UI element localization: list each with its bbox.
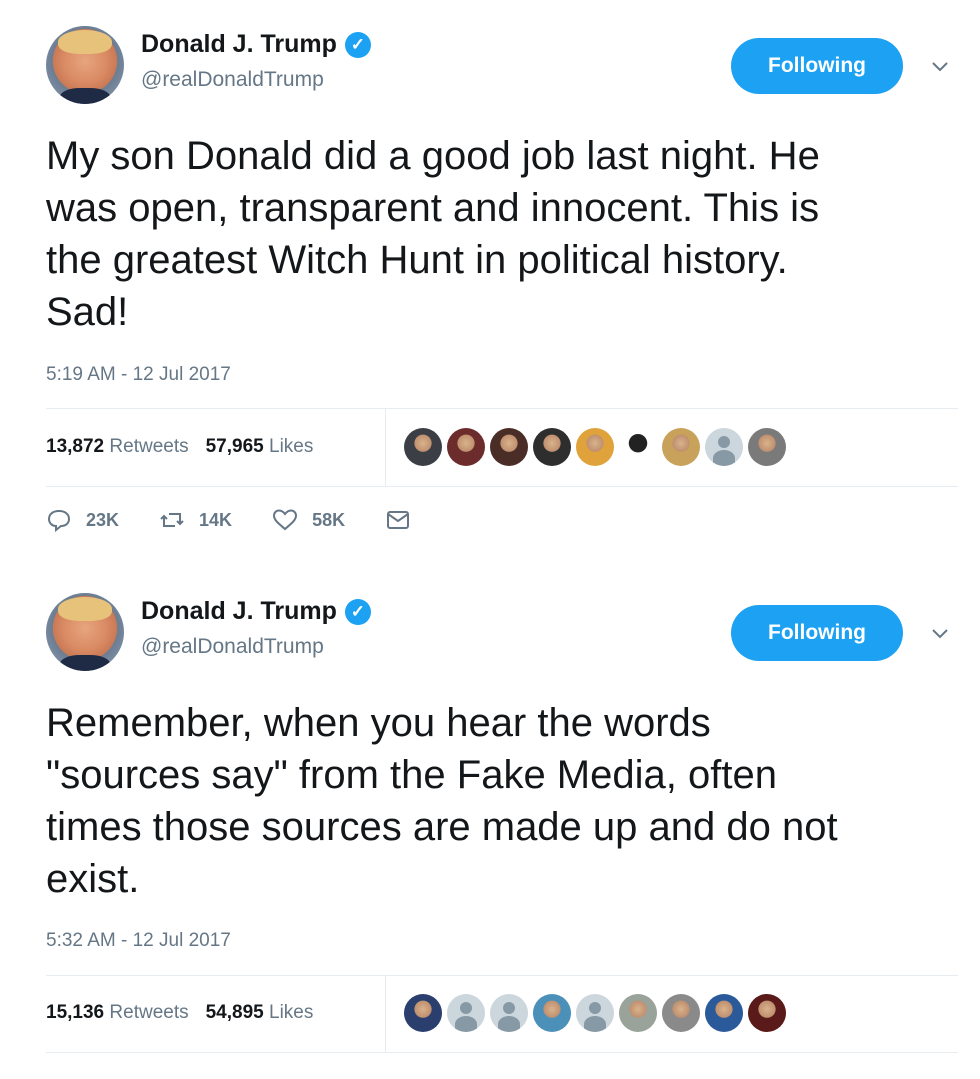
liker-avatar[interactable] <box>576 994 614 1032</box>
liker-avatars <box>404 428 786 466</box>
reply-count: 23K <box>86 509 120 530</box>
liker-avatar[interactable] <box>490 994 528 1032</box>
tweet-text: My son Donald did a good job last night.… <box>46 134 820 334</box>
stats-divider <box>385 975 386 1053</box>
liker-avatar[interactable] <box>619 994 657 1032</box>
liker-avatar[interactable] <box>533 428 571 466</box>
like-count: 58K <box>312 509 346 530</box>
retweets-count: 13,872 <box>46 436 105 457</box>
following-button[interactable]: Following <box>731 605 903 661</box>
tweet-stats: 15,136 Retweets 54,895 Likes <box>46 1002 313 1024</box>
liker-avatar[interactable] <box>490 428 528 466</box>
liker-avatar[interactable] <box>662 428 700 466</box>
retweet-action[interactable]: 14K <box>159 508 232 532</box>
tweet-text: Remember, when you hear the words "sourc… <box>46 701 838 901</box>
tweet-actions: 23K 14K 58K <box>46 508 411 532</box>
retweet-count: 14K <box>199 509 233 530</box>
like-action[interactable]: 58K <box>272 508 345 532</box>
avatar[interactable] <box>46 593 124 671</box>
retweet-icon <box>160 513 184 527</box>
tweet-timestamp[interactable]: 5:19 AM - 12 Jul 2017 <box>46 364 231 386</box>
direct-message-action[interactable] <box>385 508 411 532</box>
liker-avatar[interactable] <box>705 428 743 466</box>
tweet-stats: 13,872 Retweets 57,965 Likes <box>46 436 313 458</box>
likes-count: 57,965 <box>205 436 264 457</box>
likes-count: 54,895 <box>205 1002 264 1023</box>
liker-avatar[interactable] <box>748 428 786 466</box>
liker-avatars <box>404 994 786 1032</box>
liker-avatar[interactable] <box>748 994 786 1032</box>
liker-avatar[interactable] <box>619 428 657 466</box>
liker-avatar[interactable] <box>662 994 700 1032</box>
author-name[interactable]: Donald J. Trump ✓ <box>141 597 371 626</box>
liker-avatar[interactable] <box>404 428 442 466</box>
likes-label: Likes <box>269 436 314 457</box>
heart-icon <box>273 509 298 531</box>
chevron-down-icon[interactable] <box>930 623 950 643</box>
likes-label: Likes <box>269 1002 314 1023</box>
retweets-count: 15,136 <box>46 1002 105 1023</box>
avatar[interactable] <box>46 26 124 104</box>
verified-badge-icon: ✓ <box>344 598 371 625</box>
liker-avatar[interactable] <box>447 428 485 466</box>
reply-icon <box>47 509 71 532</box>
divider <box>46 408 958 409</box>
divider <box>46 486 958 487</box>
retweets-label: Retweets <box>109 1002 189 1023</box>
divider <box>46 1052 958 1053</box>
author-handle[interactable]: @realDonaldTrump <box>141 635 324 659</box>
retweets-stat[interactable]: 13,872 Retweets <box>46 436 189 458</box>
likes-stat[interactable]: 57,965 Likes <box>206 436 314 458</box>
stats-divider <box>385 408 386 486</box>
retweets-label: Retweets <box>109 436 189 457</box>
divider <box>46 975 958 976</box>
likes-stat[interactable]: 54,895 Likes <box>206 1002 314 1024</box>
author-name-label: Donald J. Trump <box>141 30 337 58</box>
author-name[interactable]: Donald J. Trump ✓ <box>141 30 371 59</box>
verified-badge-icon: ✓ <box>344 31 371 58</box>
direct-message-icon <box>387 511 410 529</box>
liker-avatar[interactable] <box>705 994 743 1032</box>
chevron-down-icon[interactable] <box>930 56 950 76</box>
liker-avatar[interactable] <box>447 994 485 1032</box>
liker-avatar[interactable] <box>404 994 442 1032</box>
liker-avatar[interactable] <box>576 428 614 466</box>
liker-avatar[interactable] <box>533 994 571 1032</box>
author-name-label: Donald J. Trump <box>141 597 337 625</box>
author-handle[interactable]: @realDonaldTrump <box>141 68 324 92</box>
following-button[interactable]: Following <box>731 38 903 94</box>
reply-action[interactable]: 23K <box>46 508 119 532</box>
tweet-timestamp[interactable]: 5:32 AM - 12 Jul 2017 <box>46 930 231 952</box>
retweets-stat[interactable]: 15,136 Retweets <box>46 1002 189 1024</box>
